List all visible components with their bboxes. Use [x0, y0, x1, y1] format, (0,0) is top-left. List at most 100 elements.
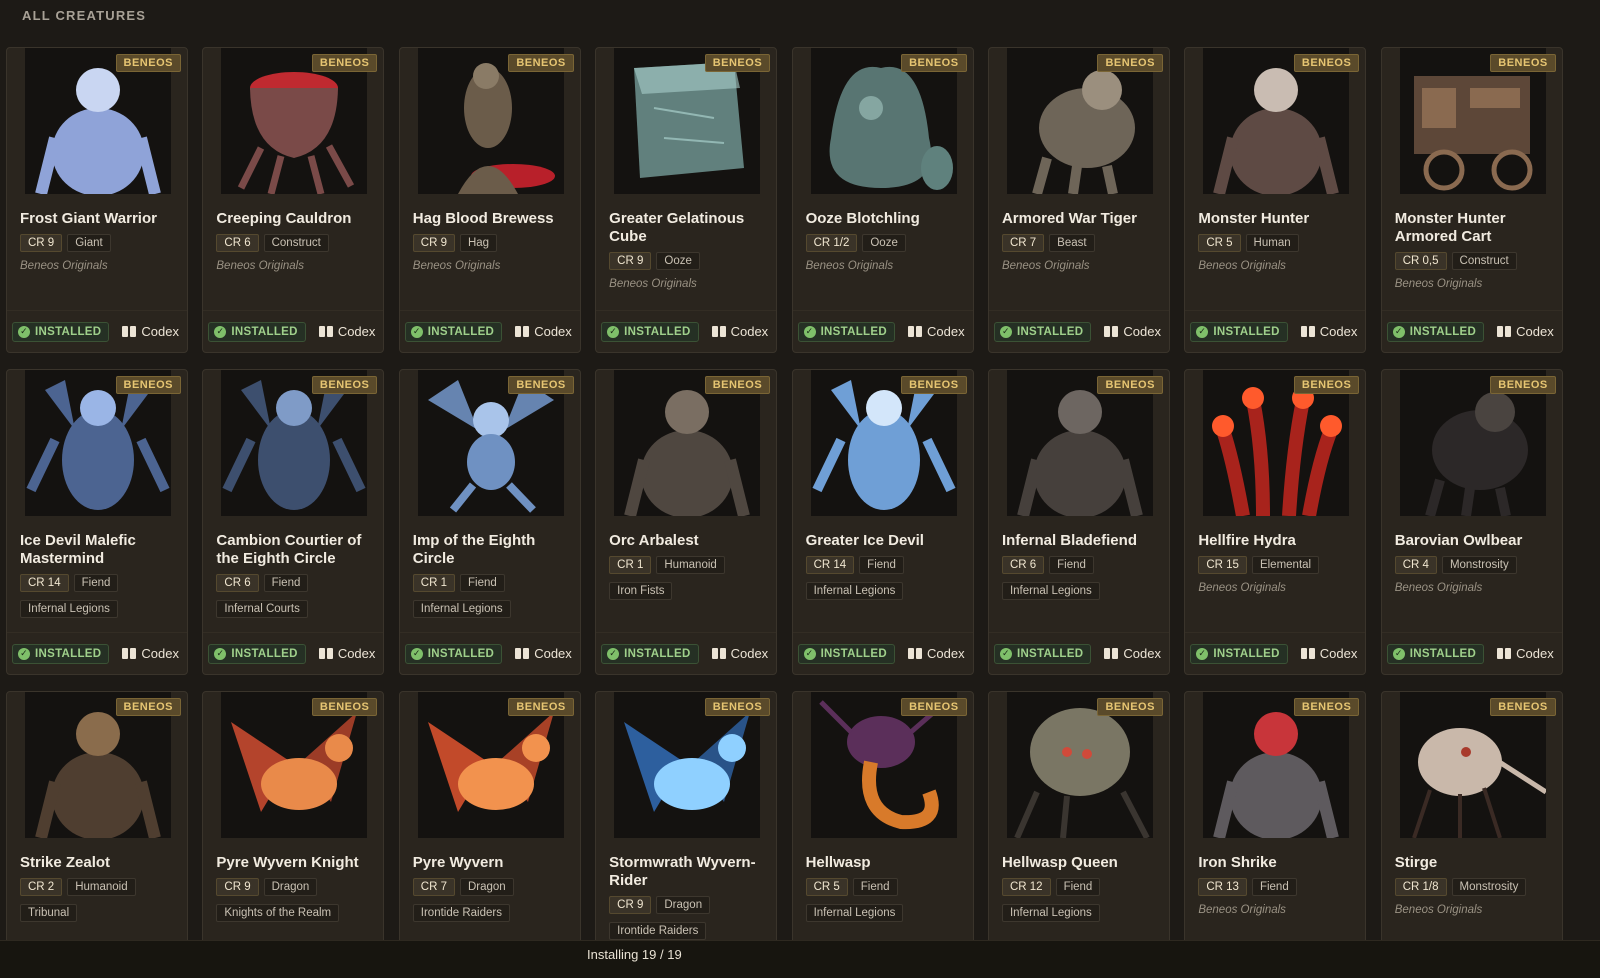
installed-status: ✓ INSTALLED	[797, 321, 895, 342]
book-icon	[122, 326, 137, 337]
installed-label: INSTALLED	[820, 325, 887, 338]
source-label: Irontide Raiders	[609, 922, 707, 940]
publisher-badge: BENEOS	[508, 376, 574, 394]
challenge-rating-tag: CR 1	[412, 574, 455, 592]
codex-button[interactable]: Codex	[122, 646, 179, 661]
creature-card-pyre-wyvern[interactable]: BENEOS Pyre Wyvern CR 7 Dragon Irontide Raid…	[398, 691, 581, 978]
installed-status: ✓ INSTALLED	[993, 321, 1092, 342]
challenge-rating-tag: CR 7	[1001, 234, 1045, 252]
codex-button[interactable]: Codex	[1104, 646, 1161, 661]
creature-card-ice-devil-malefic-mastermind[interactable]: BENEOS Ice Devil Malefic Mastermind CR 14 F…	[6, 369, 188, 675]
source-label: Knights of the Realm	[216, 904, 340, 922]
creature-type-tag: Fiend	[1251, 878, 1297, 896]
creature-tags: CR 15 Elemental	[1198, 556, 1320, 574]
creature-card-hellwasp-queen[interactable]: BENEOS Hellwasp Queen CR 12 Fiend Infernal L…	[987, 691, 1170, 978]
card-footer: ✓ INSTALLED Codex	[1185, 632, 1366, 674]
creature-tags: CR 5 Fiend	[805, 878, 898, 896]
source-label: Infernal Legions	[1001, 582, 1100, 600]
creature-card-stormwrath-wyvern-rider[interactable]: BENEOS Stormwrath Wyvern-Rider CR 9 Dragon I…	[595, 691, 778, 978]
creature-name: Ooze Blotchling	[805, 210, 920, 227]
creature-card-pyre-wyvern-knight[interactable]: BENEOS Pyre Wyvern Knight CR 9 Dragon Knight…	[202, 691, 385, 978]
codex-button[interactable]: Codex	[1104, 324, 1161, 339]
challenge-rating-tag: CR 13	[1198, 878, 1247, 896]
codex-label: Codex	[1123, 646, 1161, 661]
installed-label: INSTALLED	[35, 647, 102, 660]
installed-label: INSTALLED	[820, 647, 887, 660]
challenge-rating-tag: CR 4	[1394, 556, 1437, 574]
creature-card-greater-ice-devil[interactable]: BENEOS Greater Ice Devil CR 14 Fiend Inferna…	[791, 369, 974, 675]
creature-tags: CR 14 Fiend	[805, 556, 904, 574]
installed-status: ✓ INSTALLED	[12, 321, 110, 342]
book-icon	[1104, 326, 1119, 337]
creature-card-monster-hunter-armored-cart[interactable]: BENEOS Monster Hunter Armored Cart CR 0,5 C…	[1380, 47, 1563, 353]
publisher-badge: BENEOS	[1490, 54, 1556, 72]
codex-button[interactable]: Codex	[907, 646, 965, 661]
codex-button[interactable]: Codex	[318, 324, 376, 339]
challenge-rating-tag: CR 7	[412, 878, 455, 896]
codex-label: Codex	[337, 324, 376, 339]
creature-name: Orc Arbalest	[609, 532, 699, 549]
creature-card-cambion-courtier-of-the-eighth-circle[interactable]: BENEOS Cambion Courtier of the Eighth Cir…	[202, 369, 385, 675]
publisher-badge: BENEOS	[1490, 698, 1556, 716]
check-circle-icon: ✓	[1196, 325, 1209, 338]
creature-card-stirge[interactable]: BENEOS Stirge CR 1/8 Monstrosity Beneos Orig…	[1380, 691, 1563, 978]
challenge-rating-tag: CR 15	[1198, 556, 1247, 574]
codex-button[interactable]: Codex	[1300, 646, 1357, 661]
challenge-rating-tag: CR 2	[20, 878, 63, 896]
creature-card-frost-giant-warrior[interactable]: BENEOS Frost Giant Warrior CR 9 Giant Beneos…	[6, 47, 188, 353]
creature-type-tag: Hag	[459, 234, 498, 252]
creature-tags: CR 7 Dragon	[412, 878, 514, 896]
creature-card-imp-of-the-eighth-circle[interactable]: BENEOS Imp of the Eighth Circle CR 1 Fiend I…	[398, 369, 581, 675]
check-circle-icon: ✓	[410, 647, 423, 660]
creature-tags: CR 13 Fiend	[1198, 878, 1297, 896]
publisher-badge: BENEOS	[115, 376, 181, 394]
creature-tags: CR 7 Beast	[1001, 234, 1095, 252]
codex-button[interactable]: Codex	[1497, 324, 1554, 339]
codex-button[interactable]: Codex	[711, 324, 768, 339]
creature-type-tag: Monstrosity	[1441, 556, 1517, 574]
codex-button[interactable]: Codex	[122, 324, 179, 339]
codex-label: Codex	[1516, 324, 1554, 339]
creature-card-hellwasp[interactable]: BENEOSHellwaspCR 5FiendInfernal Legions✓…	[791, 691, 974, 978]
creature-card-armored-war-tiger[interactable]: BENEOS Armored War Tiger CR 7 Beast Beneos O…	[987, 47, 1170, 353]
creature-card-greater-gelatinous-cube[interactable]: BENEOS Greater Gelatinous Cube CR 9 Ooze Ben…	[595, 47, 778, 353]
source-label: Beneos Originals	[412, 260, 501, 272]
installed-status: ✓ INSTALLED	[1190, 321, 1288, 342]
creature-card-infernal-bladefiend[interactable]: BENEOS Infernal Bladefiend CR 6 Fiend Infern…	[987, 369, 1170, 675]
creature-card-orc-arbalest[interactable]: BENEOS Orc Arbalest CR 1 Humanoid Iron Fists…	[595, 369, 778, 675]
challenge-rating-tag: CR 9	[609, 896, 652, 914]
codex-button[interactable]: Codex	[515, 324, 572, 339]
creature-card-hag-blood-brewess[interactable]: BENEOS Hag Blood Brewess CR 9 Hag Beneos Ori…	[398, 47, 581, 353]
creature-name: Greater Ice Devil	[805, 532, 924, 549]
codex-label: Codex	[1516, 646, 1554, 661]
codex-button[interactable]: Codex	[711, 646, 768, 661]
creature-card-hellfire-hydra[interactable]: BENEOS Hellfire Hydra CR 15 Elemental Beneos…	[1184, 369, 1367, 675]
challenge-rating-tag: CR 6	[216, 234, 259, 252]
challenge-rating-tag: CR 14	[20, 574, 69, 592]
codex-button[interactable]: Codex	[1300, 324, 1358, 339]
creature-name: Barovian Owlbear	[1394, 532, 1523, 549]
check-circle-icon: ✓	[607, 647, 620, 660]
creature-card-creeping-cauldron[interactable]: BENEOS Creeping Cauldron CR 6 Construct Bene…	[202, 47, 385, 353]
creature-name: Frost Giant Warrior	[20, 210, 157, 227]
creature-card-barovian-owlbear[interactable]: BENEOS Barovian Owlbear CR 4 Monstrosity Ben…	[1380, 369, 1563, 675]
codex-label: Codex	[1319, 324, 1358, 339]
codex-label: Codex	[1123, 324, 1161, 339]
source-label: Beneos Originals	[805, 260, 894, 272]
creature-tags: CR 1 Humanoid	[609, 556, 725, 574]
publisher-badge: BENEOS	[1490, 376, 1556, 394]
publisher-badge: BENEOS	[1097, 698, 1163, 716]
source-label: Infernal Legions	[1001, 904, 1100, 922]
creature-type-tag: Fiend	[852, 878, 898, 896]
creature-card-ooze-blotchling[interactable]: BENEOS Ooze Blotchling CR 1/2 Ooze Beneos Or…	[791, 47, 974, 353]
creature-card-monster-hunter[interactable]: BENEOS Monster Hunter CR 5 Human Beneos Orig…	[1184, 47, 1367, 353]
codex-button[interactable]: Codex	[515, 646, 572, 661]
creature-card-iron-shrike[interactable]: BENEOS Iron Shrike CR 13 Fiend Beneos Origin…	[1184, 691, 1367, 978]
card-footer: ✓ INSTALLED Codex	[399, 632, 580, 674]
codex-button[interactable]: Codex	[907, 324, 965, 339]
creature-card-strike-zealot[interactable]: BENEOSStrike ZealotCR 2HumanoidTribunal✓…	[6, 691, 188, 978]
challenge-rating-tag: CR 6	[216, 574, 259, 592]
check-circle-icon: ✓	[803, 325, 816, 338]
codex-button[interactable]: Codex	[1497, 646, 1554, 661]
codex-button[interactable]: Codex	[318, 646, 375, 661]
